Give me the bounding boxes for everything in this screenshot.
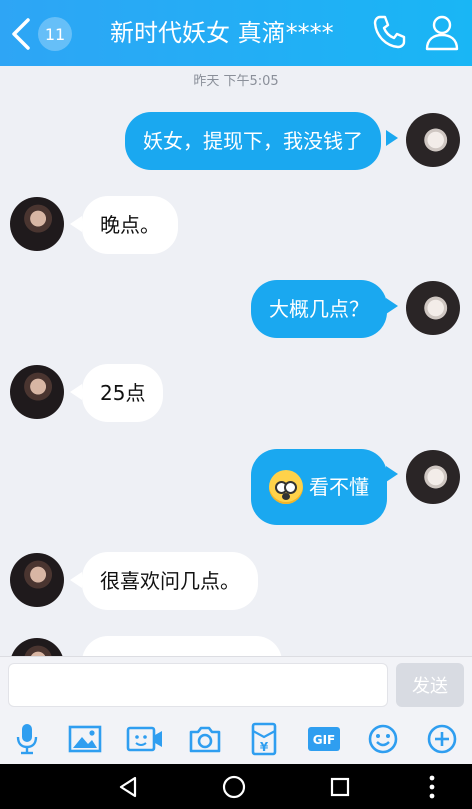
outgoing-message[interactable]: 看不懂 [251,449,387,525]
voice-button[interactable] [8,720,46,758]
red-envelope-button[interactable]: ¥ [245,720,283,758]
nav-home-button[interactable] [214,768,254,806]
gif-icon: GIF [308,727,340,751]
input-toolbar: ¥ GIF [0,714,472,764]
contact-avatar[interactable] [10,365,64,419]
incoming-message[interactable] [82,636,282,656]
message-text: 妖女，提现下，我没钱了 [143,129,363,153]
contact-avatar[interactable] [10,553,64,607]
unread-count-badge: 11 [38,17,72,51]
message-text: 晚点。 [100,213,160,237]
svg-text:¥: ¥ [260,740,269,754]
message-text: 25点 [100,381,146,405]
circle-home-icon [222,775,246,799]
triangle-back-icon [119,776,137,798]
nav-back-button[interactable] [108,768,148,806]
image-icon [68,725,102,753]
camera-button[interactable] [186,720,224,758]
gif-button[interactable]: GIF [305,720,343,758]
microphone-icon [16,724,38,755]
message-timestamp: 昨天 下午5:05 [193,74,279,89]
bubble-tail [70,216,82,232]
more-button[interactable] [423,720,461,758]
chevron-left-icon [12,18,30,50]
message-text: 很喜欢问几点。 [100,569,240,593]
incoming-message[interactable]: 晚点。 [82,196,178,254]
send-button[interactable]: 发送 [396,663,464,707]
emoji-button[interactable] [364,720,402,758]
message-text: 大概几点？ [269,297,369,321]
chat-title: 新时代妖女 真滴**** [110,19,334,47]
message-text: 看不懂 [309,475,369,499]
my-avatar[interactable] [406,281,460,335]
phone-icon[interactable] [372,14,406,50]
emoji-icon [368,724,398,754]
image-button[interactable] [66,720,104,758]
bubble-tail [70,572,82,588]
incoming-message[interactable]: 25点 [82,364,164,422]
bubble-tail [386,130,398,146]
system-navigation-bar [0,764,472,809]
incoming-message[interactable]: 很喜欢问几点。 [82,552,258,610]
video-button[interactable] [126,720,164,758]
bubble-tail [386,466,398,482]
plus-icon [427,724,457,754]
outgoing-message[interactable]: 妖女，提现下，我没钱了 [125,112,381,170]
camera-icon [189,726,221,753]
nav-recents-button[interactable] [320,768,360,806]
contact-avatar[interactable] [10,197,64,251]
back-button[interactable]: 11 [8,14,72,54]
bubble-tail [386,298,398,314]
profile-icon[interactable] [424,13,460,51]
shocked-face-emoji [269,470,303,504]
contact-avatar[interactable] [10,638,64,656]
square-recents-icon [330,777,350,797]
input-bar: 发送 [0,656,472,715]
vertical-dots-icon [429,775,435,799]
my-avatar[interactable] [406,113,460,167]
message-list[interactable]: 昨天 下午5:05 妖女，提现下，我没钱了 晚点。 大概几点？ 25点 看不懂 … [0,66,472,656]
outgoing-message[interactable]: 大概几点？ [251,280,387,338]
gif-label: GIF [313,733,336,747]
message-input[interactable] [8,663,388,707]
nav-menu-button[interactable] [412,768,452,806]
bubble-tail [70,384,82,400]
video-icon [126,726,162,752]
my-avatar[interactable] [406,450,460,504]
red-envelope-icon: ¥ [251,722,277,756]
chat-header: 11 新时代妖女 真滴**** [0,0,472,66]
